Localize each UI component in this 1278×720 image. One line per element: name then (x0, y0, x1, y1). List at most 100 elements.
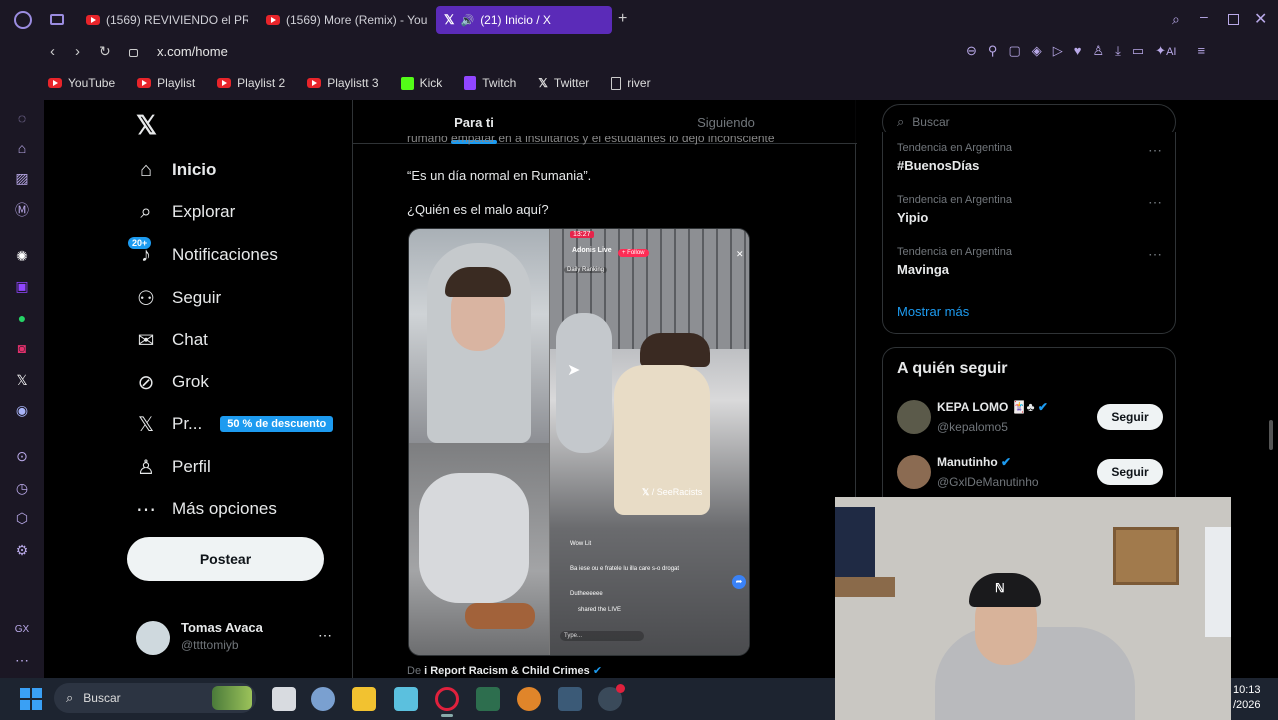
follow-button[interactable]: Seguir (1097, 459, 1163, 485)
notepad-icon[interactable] (394, 687, 418, 711)
whatsapp-icon[interactable]: ● (12, 308, 32, 328)
settings-app-icon[interactable] (311, 687, 335, 711)
bookmark-youtube[interactable]: YouTube (48, 76, 115, 90)
nav-profile[interactable]: ♙ Perfil (134, 455, 211, 479)
follow-label: Seguir (1111, 410, 1149, 424)
minimize-icon[interactable]: – (1200, 8, 1208, 24)
bookmark-playlist[interactable]: Playlist (137, 76, 195, 90)
aria-icon[interactable]: ◌ (12, 108, 32, 128)
file-explorer-icon[interactable] (352, 687, 376, 711)
discord-icon[interactable]: ◉ (12, 400, 32, 420)
shield-icon[interactable]: ◈ (1032, 43, 1042, 59)
pinboard-icon[interactable]: Ⓜ (12, 200, 32, 220)
attribution-name[interactable]: i Report Racism & Child Crimes (424, 665, 590, 677)
tab-1[interactable]: (1569) REVIVIENDO el PRI (78, 6, 248, 34)
opera-gx-icon[interactable] (435, 687, 459, 711)
speaker-icon[interactable]: 🔊 (460, 14, 474, 27)
nav-follow[interactable]: ⚇ Seguir (134, 286, 221, 310)
battery-icon[interactable]: ▭ (1132, 43, 1144, 59)
trend-more-icon[interactable]: ⋯ (1148, 142, 1163, 159)
tab-label: (1569) REVIVIENDO el PRI (106, 13, 248, 27)
more-dots-icon[interactable]: ⋯ (318, 627, 332, 644)
nav-explore[interactable]: ⌕ Explorar (134, 200, 235, 224)
flows-icon[interactable]: ⌂ (12, 138, 32, 158)
game-app-icon[interactable] (517, 687, 541, 711)
task-view-icon[interactable] (272, 687, 296, 711)
search-icon: ⌕ (897, 114, 905, 129)
download-icon[interactable]: ⤓ (1115, 43, 1121, 59)
play-icon[interactable]: ▷ (1053, 43, 1063, 59)
close-window-icon[interactable]: ✕ (1254, 9, 1267, 29)
settings-icon[interactable]: ⚙ (12, 540, 32, 560)
extensions-icon[interactable]: ⬡ (12, 508, 32, 528)
account-switcher[interactable]: Tomas Avaca @ttttomiyb ⋯ (136, 619, 336, 655)
gx-label[interactable]: GX (12, 620, 32, 640)
more-icon[interactable]: ⋯ (12, 650, 32, 670)
show-more-link[interactable]: Mostrar más (897, 304, 969, 319)
nav-chat[interactable]: ✉ Chat (134, 328, 208, 352)
youtube-icon (266, 15, 280, 25)
maximize-icon[interactable] (1228, 14, 1239, 25)
webcam-overlay: ℕ (835, 497, 1231, 720)
workspaces-icon[interactable] (50, 14, 64, 25)
zoom-icon[interactable]: ⊖ (966, 43, 977, 59)
trend-item[interactable]: Tendencia en Argentina #BuenosDías ⋯ (897, 142, 1163, 182)
trend-item[interactable]: Tendencia en Argentina Mavinga ⋯ (897, 246, 1163, 286)
profile-icon[interactable]: ♙ (1092, 43, 1104, 59)
nav-notifications[interactable]: ♪ 20+ Notificaciones (128, 237, 278, 267)
new-tab-button[interactable]: + (618, 10, 627, 28)
tab-search-icon[interactable]: ⌕ (1172, 11, 1180, 28)
forward-icon[interactable]: › (75, 43, 80, 60)
follow-button[interactable]: Seguir (1097, 404, 1163, 430)
tweet-video[interactable]: 13:27 Adonis Live + Follow Daily Ranking… (408, 228, 750, 656)
taskbar-search[interactable]: ⌕ Buscar (54, 683, 256, 713)
nav-grok[interactable]: ⊘ Grok (134, 370, 209, 394)
chatgpt-icon[interactable]: ✺ (12, 246, 32, 266)
nav-more[interactable]: ⋯ Más opciones (134, 497, 277, 521)
opera-menu-icon[interactable] (14, 11, 32, 29)
ai-button[interactable]: ✦AI (1155, 43, 1176, 59)
live-close-icon[interactable]: ✕ (736, 249, 744, 260)
nav-premium[interactable]: 𝕏 Pr... 50 % de descuento (134, 412, 334, 436)
x-premium-icon: 𝕏 (137, 413, 155, 436)
trend-item[interactable]: Tendencia en Argentina Yipio ⋯ (897, 194, 1163, 234)
obs-icon[interactable] (558, 687, 582, 711)
live-follow-button[interactable]: + Follow (618, 249, 649, 257)
bookmark-label: Playlistt 3 (327, 76, 379, 90)
bookmark-river[interactable]: river (611, 76, 651, 90)
instagram-icon[interactable]: ◙ (12, 338, 32, 358)
x-icon[interactable]: 𝕏 (12, 370, 32, 390)
player-icon[interactable]: ⊙ (12, 446, 32, 466)
page-scrollbar[interactable] (1269, 420, 1273, 450)
suggestion-name-row: Manutinho ✔ (937, 455, 1011, 469)
post-button[interactable]: Postear (127, 537, 324, 581)
game-launcher-icon[interactable] (476, 687, 500, 711)
bookmark-twitch[interactable]: Twitch (464, 76, 516, 90)
bookmark-kick[interactable]: Kick (400, 76, 442, 90)
reload-icon[interactable]: ↻ (99, 43, 111, 60)
trend-more-icon[interactable]: ⋯ (1148, 246, 1163, 263)
back-icon[interactable]: ‹ (50, 43, 55, 60)
trend-more-icon[interactable]: ⋯ (1148, 194, 1163, 211)
heart-icon[interactable]: ♥ (1074, 43, 1082, 59)
pin-icon[interactable]: ⚲ (988, 43, 998, 59)
x-logo-icon[interactable]: 𝕏 (136, 110, 157, 141)
menu-icon[interactable]: ≡ (1197, 43, 1205, 59)
history-icon[interactable]: ◷ (12, 478, 32, 498)
snapshot-icon[interactable]: ▢ (1008, 43, 1020, 59)
clock-time[interactable]: 10:13 (1233, 684, 1261, 696)
clock-date[interactable]: /2026 (1233, 699, 1261, 711)
bookmark-playlist-3[interactable]: Playlistt 3 (307, 76, 379, 90)
suggestion-row[interactable]: Manutinho ✔ @GxlDeManutinho Seguir (897, 453, 1163, 493)
bookmark-playlist-2[interactable]: Playlist 2 (217, 76, 285, 90)
suggestion-row[interactable]: KEPA LOMO 🃏♣ ✔ @kepalomo5 Seguir (897, 398, 1163, 438)
crypto-icon[interactable]: ▨ (12, 168, 32, 188)
tab-3-active[interactable]: 𝕏 🔊 (21) Inicio / X (436, 6, 612, 34)
windows-start-icon[interactable] (20, 688, 42, 710)
nav-home[interactable]: ⌂ Inicio (134, 158, 216, 182)
url-field[interactable]: x.com/home (157, 44, 228, 59)
browser-sidebar: ◌ ⌂ ▨ Ⓜ ✺ ▣ ● ◙ 𝕏 ◉ ⊙ ◷ ⬡ ⚙ GX ⋯ (0, 100, 44, 678)
tab-2[interactable]: (1569) More (Remix) - You (258, 6, 428, 34)
bookmark-twitter[interactable]: 𝕏 Twitter (538, 76, 589, 90)
twitch-icon[interactable]: ▣ (12, 276, 32, 296)
